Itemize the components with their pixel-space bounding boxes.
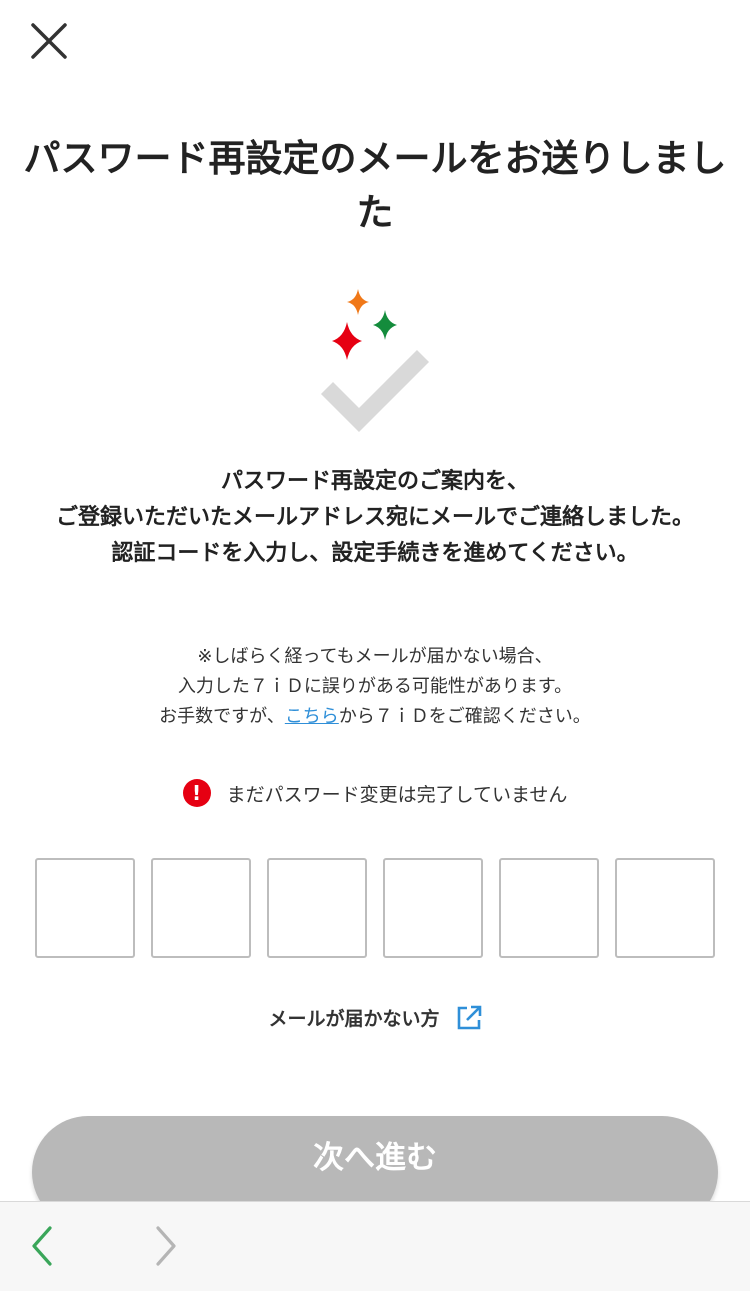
note-suffix: から７ｉＤをご確認ください。 xyxy=(338,706,591,727)
next-button-label: 次へ進む xyxy=(313,1140,437,1176)
close-button[interactable] xyxy=(28,20,70,62)
forward-button[interactable] xyxy=(150,1224,180,1268)
verification-code-inputs xyxy=(35,858,715,958)
back-button[interactable] xyxy=(28,1224,58,1268)
chevron-right-icon xyxy=(156,1226,176,1266)
check-7id-link[interactable]: こちら xyxy=(285,706,339,727)
checkmark-icon xyxy=(320,349,430,433)
code-digit-4[interactable] xyxy=(383,858,483,958)
external-link-icon xyxy=(457,1005,481,1029)
code-digit-6[interactable] xyxy=(615,858,715,958)
close-icon xyxy=(31,23,67,59)
note-line: 入力した７ｉＤに誤りがある可能性があります。 xyxy=(177,676,573,697)
note-line: お手数ですが、こちらから７ｉＤをご確認ください。 xyxy=(40,702,710,732)
exclamation-icon: ! xyxy=(182,779,211,807)
success-illustration xyxy=(315,286,435,436)
message-line: ご登録いただいたメールアドレス宛にメールでご連絡しました。 xyxy=(55,505,694,530)
browser-toolbar xyxy=(0,1201,750,1291)
message-line: 認証コードを入力し、設定手続きを進めてください。 xyxy=(111,541,639,566)
code-digit-1[interactable] xyxy=(35,858,135,958)
status-warning: ! まだパスワード変更は完了していません xyxy=(0,779,750,807)
instruction-message: パスワード再設定のご案内を、 ご登録いただいたメールアドレス宛にメールでご連絡し… xyxy=(40,464,710,572)
note-text: ※しばらく経ってもメールが届かない場合、 入力した７ｉＤに誤りがある可能性があり… xyxy=(40,642,710,732)
warning-text: まだパスワード変更は完了していません xyxy=(226,783,568,806)
code-digit-5[interactable] xyxy=(499,858,599,958)
page-title: パスワード再設定のメールをお送りしました xyxy=(23,137,727,234)
sparkle-icon xyxy=(332,322,362,360)
no-mail-link[interactable]: メールが届かない方 xyxy=(0,1004,750,1031)
no-mail-label: メールが届かない方 xyxy=(268,1008,440,1030)
sparkle-icon xyxy=(373,310,397,340)
sparkle-icon xyxy=(347,289,369,315)
chevron-left-icon xyxy=(32,1226,52,1266)
code-digit-3[interactable] xyxy=(267,858,367,958)
message-line: パスワード再設定のご案内を、 xyxy=(220,469,529,494)
note-line: ※しばらく経ってもメールが届かない場合、 xyxy=(197,646,553,667)
note-prefix: お手数ですが、 xyxy=(159,706,285,727)
code-digit-2[interactable] xyxy=(151,858,251,958)
